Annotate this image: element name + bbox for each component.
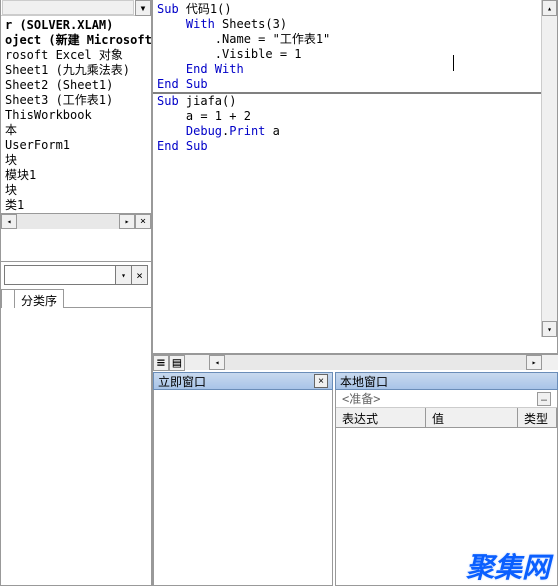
locals-title-bar[interactable]: 本地窗口 bbox=[335, 372, 558, 390]
close-icon[interactable]: × bbox=[314, 374, 328, 388]
immediate-body[interactable] bbox=[153, 390, 333, 586]
props-object-dropdown[interactable]: ▾ × bbox=[4, 265, 148, 285]
col-value[interactable]: 值 bbox=[426, 408, 518, 427]
immediate-title-bar[interactable]: 立即窗口 × bbox=[153, 372, 333, 390]
tree-item[interactable]: Sheet2 (Sheet1) bbox=[1, 78, 151, 93]
code-line[interactable]: End Sub bbox=[157, 139, 553, 154]
tree-item[interactable]: rosoft Excel 对象 bbox=[1, 48, 151, 63]
chevron-down-icon[interactable]: ▾ bbox=[115, 266, 131, 284]
proj-scroll-h[interactable] bbox=[2, 0, 134, 15]
immediate-title: 立即窗口 bbox=[158, 373, 314, 390]
tree-item[interactable]: UserForm1 bbox=[1, 138, 151, 153]
tree-item[interactable]: 块 bbox=[1, 153, 151, 168]
immediate-window: 立即窗口 × bbox=[153, 372, 333, 586]
scroll-up-icon[interactable]: ▴ bbox=[542, 0, 557, 16]
locals-headers: 表达式 值 类型 bbox=[336, 408, 557, 428]
tree-item[interactable]: Sheet3 (工作表1) bbox=[1, 93, 151, 108]
code-line[interactable]: End Sub bbox=[157, 77, 553, 92]
locals-ready-text: <准备> bbox=[342, 390, 380, 407]
code-editor[interactable]: Sub 代码1() With Sheets(3) .Name = "工作表1" … bbox=[153, 0, 558, 354]
properties-pane: ▾ × 分类序 bbox=[0, 262, 152, 586]
tree-item[interactable]: oject (新建 Microsoft bbox=[1, 33, 151, 48]
code-line[interactable]: Debug.Print a bbox=[157, 124, 553, 139]
scroll-right-icon[interactable]: ▸ bbox=[526, 355, 542, 370]
code-line[interactable]: Sub jiafa() bbox=[157, 94, 553, 109]
left-pane: ▾ r (SOLVER.XLAM)oject (新建 Microsoftroso… bbox=[0, 0, 153, 586]
tree-item[interactable]: Sheet1 (九九乘法表) bbox=[1, 63, 151, 78]
locals-context[interactable]: <准备> … bbox=[336, 390, 557, 408]
tree-item[interactable]: 块 bbox=[1, 183, 151, 198]
text-cursor bbox=[453, 55, 454, 71]
code-line[interactable]: .Visible = 1 bbox=[157, 47, 553, 62]
more-icon[interactable]: … bbox=[537, 392, 551, 406]
tree-item[interactable]: ThisWorkbook bbox=[1, 108, 151, 123]
code-line[interactable]: a = 1 + 2 bbox=[157, 109, 553, 124]
scroll-right-btn[interactable]: ▸ bbox=[119, 214, 135, 229]
project-tree-body[interactable]: r (SOLVER.XLAM)oject (新建 Microsoftrosoft… bbox=[1, 16, 151, 213]
close-btn[interactable]: × bbox=[135, 214, 151, 229]
proj-dropdown-btn[interactable]: ▾ bbox=[135, 0, 151, 16]
code-scroll-v[interactable]: ▴ ▾ bbox=[541, 0, 557, 337]
scroll-down-icon[interactable]: ▾ bbox=[542, 321, 557, 337]
props-body[interactable] bbox=[1, 308, 151, 585]
full-view-btn[interactable]: ▤ bbox=[169, 355, 185, 371]
scroll-left-icon[interactable]: ◂ bbox=[209, 355, 225, 370]
code-line[interactable]: With Sheets(3) bbox=[157, 17, 553, 32]
code-line[interactable]: End With bbox=[157, 62, 553, 77]
scroll-track[interactable] bbox=[17, 214, 119, 229]
project-explorer: ▾ r (SOLVER.XLAM)oject (新建 Microsoftroso… bbox=[0, 0, 152, 262]
watermark-logo: 聚集网 bbox=[466, 546, 550, 586]
code-bottom-bar: ≡ ▤ ◂ ▸ bbox=[153, 354, 558, 370]
tree-item[interactable]: 本 bbox=[1, 123, 151, 138]
tree-item[interactable]: r (SOLVER.XLAM) bbox=[1, 18, 151, 33]
col-type[interactable]: 类型 bbox=[518, 408, 557, 427]
tree-item[interactable]: 类1 bbox=[1, 198, 151, 213]
code-line[interactable]: Sub 代码1() bbox=[157, 2, 553, 17]
tree-item[interactable]: 模块1 bbox=[1, 168, 151, 183]
close-icon[interactable]: × bbox=[131, 266, 147, 284]
props-tab-alpha[interactable] bbox=[1, 289, 15, 308]
props-tab-categorized[interactable]: 分类序 bbox=[14, 289, 64, 308]
props-tabs: 分类序 bbox=[1, 288, 151, 308]
proc-view-btn[interactable]: ≡ bbox=[153, 355, 169, 371]
locals-title: 本地窗口 bbox=[340, 373, 553, 390]
code-line[interactable]: .Name = "工作表1" bbox=[157, 32, 553, 47]
col-expression[interactable]: 表达式 bbox=[336, 408, 426, 427]
chevron-down-icon: ▾ bbox=[139, 1, 146, 15]
right-pane: Sub 代码1() With Sheets(3) .Name = "工作表1" … bbox=[153, 0, 558, 586]
code-scroll-h[interactable]: ◂ ▸ bbox=[209, 355, 542, 370]
scroll-left-btn[interactable]: ◂ bbox=[1, 214, 17, 229]
